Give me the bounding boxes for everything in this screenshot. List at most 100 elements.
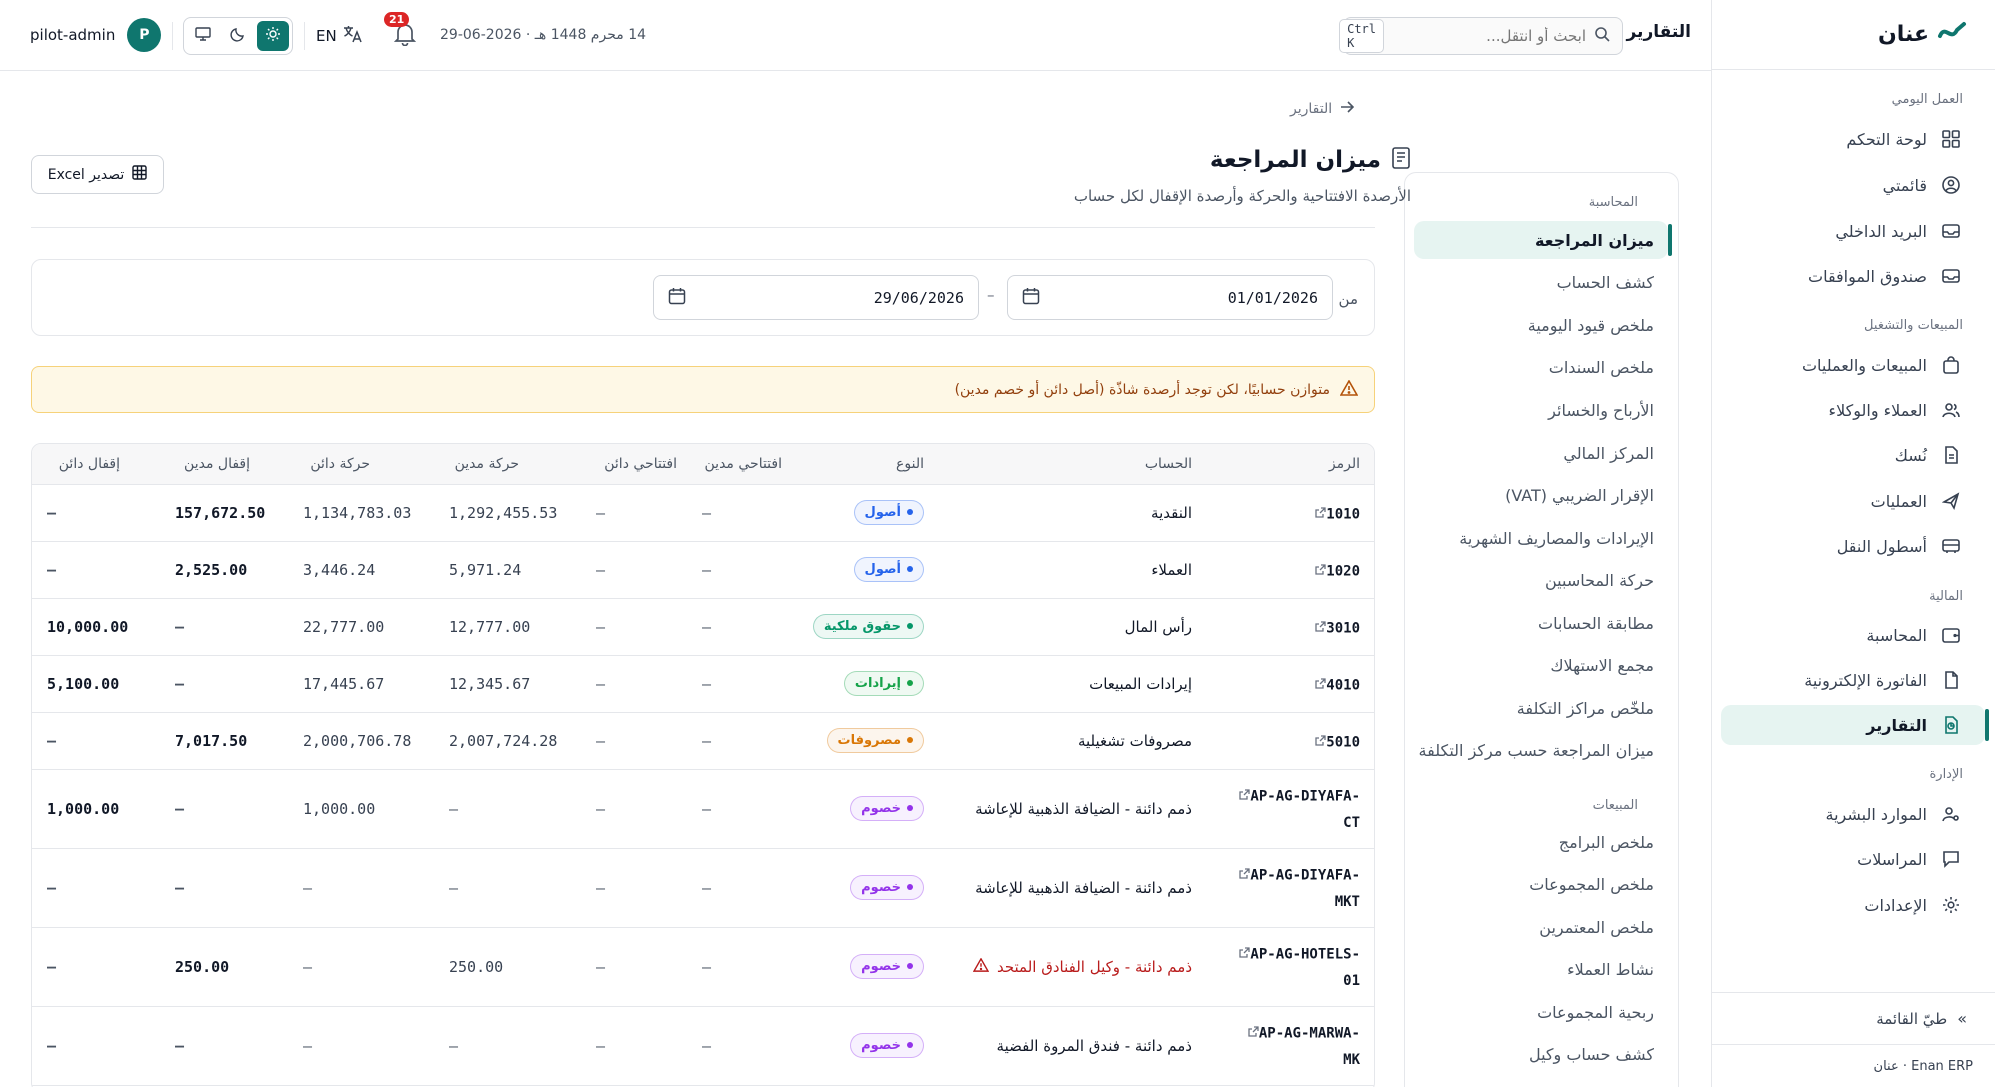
collapse-sidebar-button[interactable]: » طيّ القائمة <box>1711 993 1995 1045</box>
search-input[interactable] <box>1392 27 1586 45</box>
account-code: 1010 <box>1326 506 1360 522</box>
gear-icon <box>1941 895 1961 915</box>
col-account[interactable]: الحساب <box>1145 456 1192 472</box>
report-accountants-activity[interactable]: حركة المحاسبين <box>1545 571 1654 590</box>
table-row[interactable]: 3010 رأس المال حقوق ملكية — — 12,777.00 22,777… <box>32 599 1374 656</box>
account-type-cell: إيرادات <box>843 670 924 696</box>
sidebar-item-nusuk[interactable]: نُسك <box>1721 435 1985 475</box>
report-monthly-revenue-expense[interactable]: الإيرادات والمصاريف الشهرية <box>1459 529 1654 548</box>
report-agent-statement[interactable]: كشف حساب وكيل <box>1529 1045 1654 1064</box>
sidebar-item-accounting[interactable]: المحاسبة <box>1721 615 1985 655</box>
report-customer-activity[interactable]: نشاط العملاء <box>1567 960 1654 979</box>
col-type[interactable]: النوع <box>896 456 924 472</box>
open-credit-value: — <box>596 957 606 976</box>
table-row[interactable]: 4010 إيرادات المبيعات إيرادات — — 12,345.67 17… <box>32 656 1374 713</box>
report-groups-profitability[interactable]: ربحية المجموعات <box>1537 1003 1654 1022</box>
col-move-debit[interactable]: حركة مدين <box>455 456 519 472</box>
report-vouchers-summary[interactable]: ملخص السندات <box>1549 358 1654 377</box>
table-row[interactable]: AP-AG-MARWA- MK ذمم دائنة - فندق المروة ال… <box>32 1007 1374 1086</box>
range-separator: – <box>987 286 995 304</box>
table-row[interactable]: 1020 العملاء أصول — — 5,971.24 3,446.24 2,525.0… <box>32 542 1374 599</box>
date-to-field[interactable]: 29/06/2026 <box>653 275 979 320</box>
type-dot <box>907 737 913 743</box>
report-account-statement[interactable]: كشف الحساب <box>1557 273 1654 292</box>
sidebar-item-label: المراسلات <box>1857 849 1927 869</box>
sidebar-item-dashboard[interactable]: لوحة التحكم <box>1721 119 1985 159</box>
report-financial-position[interactable]: المركز المالي <box>1563 444 1654 463</box>
search-box[interactable]: Ctrl K <box>1339 17 1623 55</box>
anomaly-alert: متوازن حسابيًا، لكن توجد أرصدة شاذّة (أص… <box>31 366 1375 413</box>
sidebar-item-reports[interactable]: التقارير <box>1721 705 1989 745</box>
table-row[interactable]: 5010 مصروفات تشغيلية مصروفات — — 2,007,724.28… <box>32 713 1374 770</box>
open-debit-value: — <box>702 1036 712 1055</box>
sidebar-item-sales-ops[interactable]: المبيعات والعمليات <box>1721 345 1985 385</box>
account-name: النقدية <box>1151 504 1192 522</box>
report-trial-balance-by-cost-center[interactable]: ميزان المراجعة حسب مركز التكلفة <box>1419 741 1654 760</box>
sidebar-item-label: أسطول النقل <box>1836 536 1927 556</box>
report-vat-return[interactable]: الإقرار الضريبي (VAT) <box>1505 486 1654 505</box>
moon-icon <box>230 26 246 46</box>
col-close-credit[interactable]: إقفال دائن <box>59 456 120 472</box>
account-code-link[interactable]: AP-AG-HOTELS- 01 <box>1233 941 1360 996</box>
report-profit-loss[interactable]: الأرباح والخسائر <box>1548 401 1654 420</box>
report-groups-summary[interactable]: ملخص المجموعات <box>1529 875 1654 894</box>
sidebar-item-settings[interactable]: الإعدادات <box>1721 885 1985 925</box>
reports-group-sales: المبيعات <box>1592 798 1638 813</box>
type-dot <box>907 1042 913 1048</box>
sidebar-item-correspondence[interactable]: المراسلات <box>1721 839 1985 879</box>
table-row[interactable]: 1010 النقدية أصول — — 1,292,455.53 1,134,783.0… <box>32 485 1374 542</box>
col-move-credit[interactable]: حركة دائن <box>310 456 370 472</box>
brand[interactable]: عنان <box>1712 0 1995 70</box>
sidebar-item-internal-mail[interactable]: البريد الداخلي <box>1721 211 1985 251</box>
close-credit-value: — <box>47 503 57 522</box>
report-cost-centers-summary[interactable]: ملخّص مراكز التكلفة <box>1517 699 1654 718</box>
account-code-link[interactable]: AP-AG-DIYAFA- MKT <box>1233 862 1360 917</box>
export-excel-button[interactable]: تصدير Excel <box>31 155 164 194</box>
sidebar-item-approvals[interactable]: صندوق الموافقات <box>1721 256 1985 296</box>
col-open-credit[interactable]: افتتاحي دائن <box>604 456 677 472</box>
sidebar-item-my-list[interactable]: قائمتي <box>1721 165 1985 205</box>
account-code-link[interactable]: AP-AG-DIYAFA- CT <box>1233 783 1360 838</box>
report-accumulated-depreciation[interactable]: مجمع الاستهلاك <box>1550 656 1654 675</box>
account-code-link[interactable]: 1020 <box>1309 558 1360 586</box>
report-programs-summary[interactable]: ملخص البرامج <box>1559 833 1654 852</box>
account-type-cell: أصول <box>853 499 924 525</box>
sidebar-item-label: الإعدادات <box>1864 895 1927 915</box>
report-journal-summary[interactable]: ملخص قيود اليومية <box>1528 316 1654 335</box>
report-pilgrims-summary[interactable]: ملخص المعتمرين <box>1539 918 1654 937</box>
sidebar-item-hr[interactable]: الموارد البشرية <box>1721 794 1985 834</box>
monitor-icon <box>195 26 211 46</box>
table-row[interactable]: AP-AG-DIYAFA- CT ذمم دائنة - الضيافة الذهب… <box>32 770 1374 849</box>
light-theme-button[interactable] <box>257 21 289 51</box>
close-credit-value: 5,100.00 <box>47 674 120 693</box>
language-toggle[interactable]: EN <box>316 24 363 48</box>
account-code-link[interactable]: AP-AG-MARWA- MK <box>1242 1020 1360 1075</box>
sidebar-item-operations[interactable]: العمليات <box>1721 481 1985 521</box>
message-icon <box>1941 849 1961 869</box>
sidebar-item-customers[interactable]: العملاء والوكلاء <box>1721 390 1985 430</box>
notifications-button[interactable]: 21 <box>384 12 417 50</box>
alert-text: متوازن حسابيًا، لكن توجد أرصدة شاذّة (أص… <box>954 381 1330 398</box>
move-debit-value: 250.00 <box>449 957 504 976</box>
col-open-debit[interactable]: افتتاحي مدين <box>705 456 782 472</box>
table-row[interactable]: AP-AG-HOTELS- 01 ذمم دائنة - وكيل الفنادق … <box>32 928 1374 1007</box>
table-row[interactable]: AP-AG-DIYAFA- MKT ذمم دائنة - الضيافة الذه… <box>32 849 1374 928</box>
account-code-link[interactable]: 5010 <box>1309 729 1360 757</box>
sidebar-item-e-invoice[interactable]: الفاتورة الإلكترونية <box>1721 660 1985 700</box>
report-reconciliation[interactable]: مطابقة الحسابات <box>1538 614 1654 633</box>
user-menu[interactable]: pilot-admin P <box>30 18 162 52</box>
date-from-field[interactable]: 01/01/2026 <box>1007 275 1333 320</box>
breadcrumb[interactable]: التقارير <box>1290 100 1355 118</box>
report-trial-balance[interactable]: ميزان المراجعة <box>1414 221 1672 259</box>
account-type-cell: خصوم <box>850 1032 924 1058</box>
account-code-link[interactable]: 3010 <box>1309 615 1360 643</box>
col-code[interactable]: الرمز <box>1329 456 1360 472</box>
type-label: أصول <box>864 504 901 520</box>
col-close-debit[interactable]: إقفال مدين <box>184 456 250 472</box>
dark-theme-button[interactable] <box>222 21 254 51</box>
account-code-link[interactable]: 4010 <box>1309 672 1360 700</box>
sidebar-item-fleet[interactable]: أسطول النقل <box>1721 526 1985 566</box>
inbox-icon <box>1941 221 1961 241</box>
system-theme-button[interactable] <box>187 21 219 51</box>
account-code-link[interactable]: 1010 <box>1309 501 1360 529</box>
